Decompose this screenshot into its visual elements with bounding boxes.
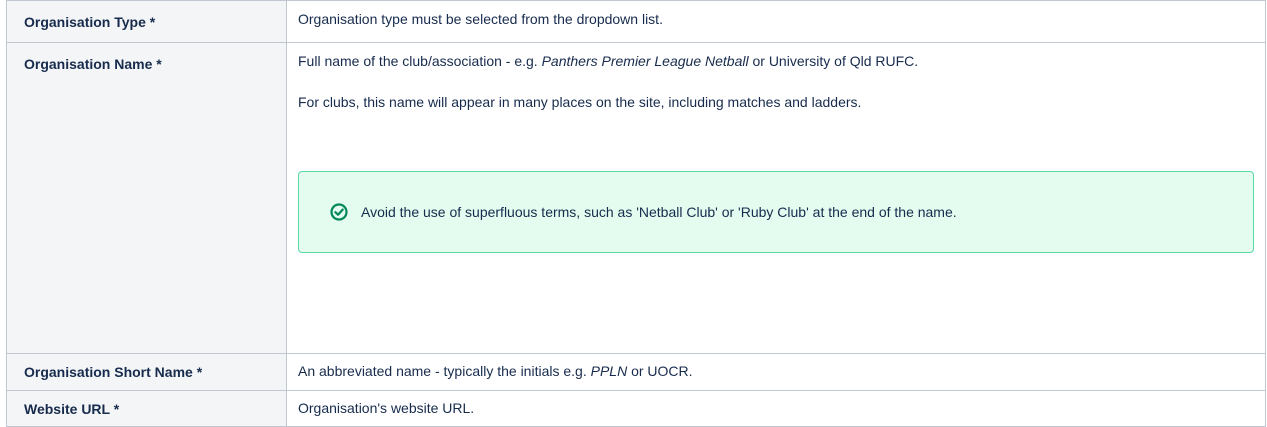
field-label: Organisation Short Name * — [6, 353, 287, 391]
field-label: Organisation Name * — [6, 42, 287, 354]
field-label-text: Website URL * — [24, 401, 120, 417]
field-definitions-table: Organisation Type * Organisation type mu… — [6, 0, 1266, 427]
table-row: Website URL * Organisation's website URL… — [6, 390, 1266, 427]
description-text: Full name of the club/association - e.g.… — [298, 53, 1255, 70]
table-row: Organisation Type * Organisation type mu… — [6, 0, 1266, 43]
description-text: Organisation's website URL. — [298, 400, 475, 416]
table-row: Organisation Short Name * An abbreviated… — [6, 353, 1266, 391]
field-description: An abbreviated name - typically the init… — [286, 353, 1266, 391]
field-label-text: Organisation Name * — [24, 56, 162, 72]
field-description: Full name of the club/association - e.g.… — [286, 42, 1266, 354]
description-text: Organisation type must be selected from … — [298, 11, 663, 27]
description-text: An abbreviated name - typically the init… — [298, 363, 1255, 380]
description-text-secondary: For clubs, this name will appear in many… — [298, 94, 862, 110]
field-label-text: Organisation Short Name * — [24, 364, 203, 380]
table-row: Organisation Name * Full name of the clu… — [6, 42, 1266, 354]
description-suffix: or UOCR. — [627, 363, 693, 379]
tip-panel: Avoid the use of superfluous terms, such… — [298, 171, 1254, 253]
check-circle-icon — [329, 202, 349, 222]
field-description: Organisation type must be selected from … — [286, 0, 1266, 43]
description-suffix: or University of Qld RUFC. — [748, 53, 919, 69]
description-example: Panthers Premier League Netball — [541, 53, 749, 69]
field-label-text: Organisation Type * — [24, 14, 156, 30]
field-description: Organisation's website URL. — [286, 390, 1266, 427]
description-prefix: An abbreviated name - typically the init… — [298, 363, 591, 379]
field-label: Website URL * — [6, 390, 287, 427]
tip-panel-text: Avoid the use of superfluous terms, such… — [361, 203, 957, 220]
description-prefix: Full name of the club/association - e.g. — [298, 53, 542, 69]
description-example: PPLN — [590, 363, 628, 379]
field-label: Organisation Type * — [6, 0, 287, 43]
